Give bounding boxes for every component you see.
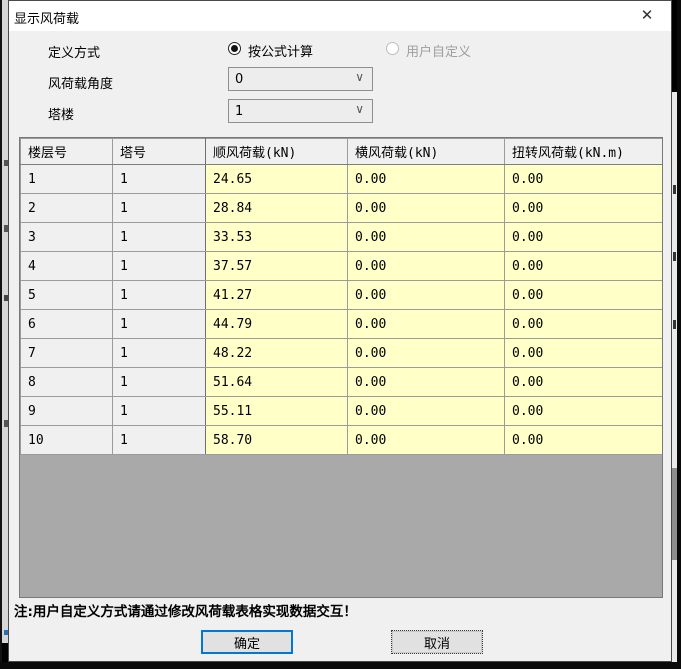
close-icon: ✕	[640, 6, 654, 24]
column-header-crosswind: 横风荷载(kN)	[347, 138, 505, 165]
cancel-button[interactable]: 取消	[391, 630, 483, 654]
table-row: 5 1 41.27 0.00 0.00	[20, 280, 662, 310]
floor-cell[interactable]: 10	[20, 425, 113, 455]
wind-load-table: 楼层号 塔号 顺风荷载(kN) 横风荷载(kN) 扭转风荷载(kN.m) 1 1…	[20, 138, 662, 455]
table-header-row: 楼层号 塔号 顺风荷载(kN) 横风荷载(kN) 扭转风荷载(kN.m)	[20, 138, 662, 165]
torsion-cell[interactable]: 0.00	[504, 338, 662, 368]
torsion-cell[interactable]: 0.00	[504, 309, 662, 339]
wind-angle-label: 风荷载角度	[48, 77, 114, 92]
radio-user-defined[interactable]	[386, 42, 399, 55]
alongwind-cell[interactable]: 44.79	[205, 309, 348, 339]
torsion-cell[interactable]: 0.00	[504, 222, 662, 252]
floor-cell[interactable]: 5	[20, 280, 113, 310]
table-row: 6 1 44.79 0.00 0.00	[20, 309, 662, 339]
crosswind-cell[interactable]: 0.00	[347, 193, 505, 223]
table-row: 10 1 58.70 0.00 0.00	[20, 425, 662, 455]
tower-cell[interactable]: 1	[112, 396, 206, 426]
background-left-strip	[0, 0, 8, 669]
tower-value: 1	[235, 103, 244, 119]
table-row: 7 1 48.22 0.00 0.00	[20, 338, 662, 368]
background-bottom-strip	[0, 662, 681, 669]
tower-cell[interactable]: 1	[112, 338, 206, 368]
tower-select[interactable]: 1 ∨	[228, 99, 373, 123]
define-method-label: 定义方式	[48, 46, 101, 61]
crosswind-cell[interactable]: 0.00	[347, 425, 505, 455]
radio-by-formula-label[interactable]: 按公式计算	[248, 41, 313, 60]
alongwind-cell[interactable]: 24.65	[205, 164, 348, 194]
tower-label: 塔楼	[48, 108, 75, 123]
alongwind-cell[interactable]: 58.70	[205, 425, 348, 455]
radio-user-defined-label: 用户自定义	[406, 45, 472, 60]
wind-load-grid: 楼层号 塔号 顺风荷载(kN) 横风荷载(kN) 扭转风荷载(kN.m) 1 1…	[19, 137, 663, 598]
tower-cell[interactable]: 1	[112, 309, 206, 339]
title-bar: 显示风荷载 ✕	[9, 1, 671, 31]
torsion-cell[interactable]: 0.00	[504, 425, 662, 455]
table-row: 1 1 24.65 0.00 0.00	[20, 164, 662, 194]
floor-cell[interactable]: 3	[20, 222, 113, 252]
torsion-cell[interactable]: 0.00	[504, 280, 662, 310]
radio-by-formula[interactable]	[228, 42, 241, 55]
alongwind-cell[interactable]: 28.84	[205, 193, 348, 223]
floor-cell[interactable]: 1	[20, 164, 113, 194]
table-row: 3 1 33.53 0.00 0.00	[20, 222, 662, 252]
wind-load-dialog: 显示风荷载 ✕ 定义方式 按公式计算 用户自定义 风荷载角度 0 ∨ 塔楼 1 …	[8, 0, 672, 662]
screenshot-root: 显示风荷载 ✕ 定义方式 按公式计算 用户自定义 风荷载角度 0 ∨ 塔楼 1 …	[0, 0, 681, 669]
chevron-down-icon: ∨	[355, 70, 364, 84]
wind-angle-select[interactable]: 0 ∨	[228, 67, 373, 91]
crosswind-cell[interactable]: 0.00	[347, 164, 505, 194]
column-header-floor: 楼层号	[20, 138, 113, 165]
floor-cell[interactable]: 9	[20, 396, 113, 426]
column-header-tower: 塔号	[112, 138, 206, 165]
tower-cell[interactable]: 1	[112, 222, 206, 252]
note-text: 注:用户自定义方式请通过修改风荷载表格实现数据交互！	[14, 604, 357, 620]
floor-cell[interactable]: 4	[20, 251, 113, 281]
floor-cell[interactable]: 2	[20, 193, 113, 223]
floor-cell[interactable]: 7	[20, 338, 113, 368]
tower-cell[interactable]: 1	[112, 280, 206, 310]
crosswind-cell[interactable]: 0.00	[347, 367, 505, 397]
crosswind-cell[interactable]: 0.00	[347, 309, 505, 339]
alongwind-cell[interactable]: 51.64	[205, 367, 348, 397]
table-row: 2 1 28.84 0.00 0.00	[20, 193, 662, 223]
crosswind-cell[interactable]: 0.00	[347, 280, 505, 310]
tower-cell[interactable]: 1	[112, 251, 206, 281]
tower-cell[interactable]: 1	[112, 193, 206, 223]
torsion-cell[interactable]: 0.00	[504, 193, 662, 223]
alongwind-cell[interactable]: 55.11	[205, 396, 348, 426]
table-row: 8 1 51.64 0.00 0.00	[20, 367, 662, 397]
tower-cell[interactable]: 1	[112, 164, 206, 194]
table-row: 9 1 55.11 0.00 0.00	[20, 396, 662, 426]
ok-button[interactable]: 确定	[201, 630, 293, 654]
background-right-strip	[672, 0, 681, 669]
wind-angle-value: 0	[235, 71, 244, 87]
column-header-alongwind: 顺风荷载(kN)	[205, 138, 348, 165]
alongwind-cell[interactable]: 41.27	[205, 280, 348, 310]
dialog-title: 显示风荷载	[14, 12, 80, 27]
alongwind-cell[interactable]: 33.53	[205, 222, 348, 252]
crosswind-cell[interactable]: 0.00	[347, 222, 505, 252]
column-header-torsion: 扭转风荷载(kN.m)	[504, 138, 662, 165]
alongwind-cell[interactable]: 48.22	[205, 338, 348, 368]
crosswind-cell[interactable]: 0.00	[347, 251, 505, 281]
torsion-cell[interactable]: 0.00	[504, 367, 662, 397]
chevron-down-icon: ∨	[355, 102, 364, 116]
tower-cell[interactable]: 1	[112, 367, 206, 397]
close-button[interactable]: ✕	[625, 1, 669, 29]
floor-cell[interactable]: 8	[20, 367, 113, 397]
alongwind-cell[interactable]: 37.57	[205, 251, 348, 281]
crosswind-cell[interactable]: 0.00	[347, 396, 505, 426]
table-row: 4 1 37.57 0.00 0.00	[20, 251, 662, 281]
torsion-cell[interactable]: 0.00	[504, 396, 662, 426]
torsion-cell[interactable]: 0.00	[504, 251, 662, 281]
torsion-cell[interactable]: 0.00	[504, 164, 662, 194]
floor-cell[interactable]: 6	[20, 309, 113, 339]
tower-cell[interactable]: 1	[112, 425, 206, 455]
crosswind-cell[interactable]: 0.00	[347, 338, 505, 368]
